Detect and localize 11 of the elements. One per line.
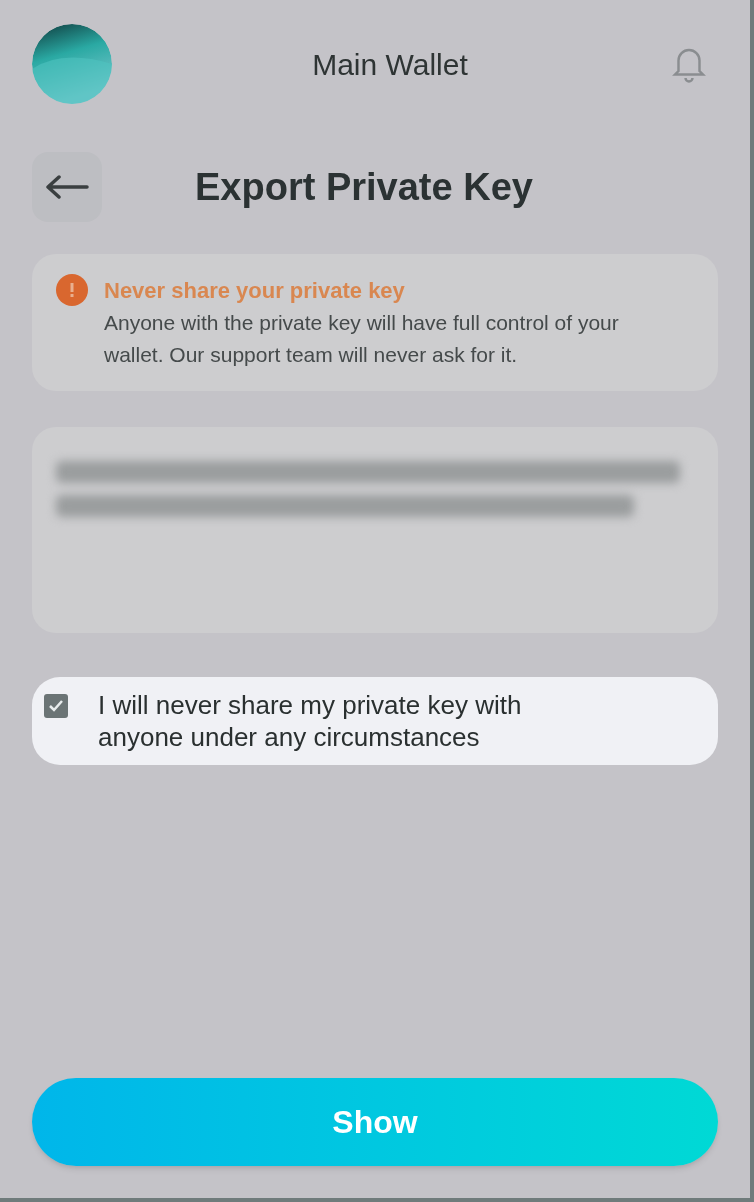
checkbox[interactable] (44, 694, 68, 718)
warning-title: Never share your private key (104, 277, 406, 305)
alert-icon (56, 274, 88, 306)
back-button[interactable] (32, 152, 102, 222)
wallet-title: Main Wallet (312, 46, 468, 83)
check-icon (48, 699, 64, 713)
back-arrow-icon (45, 175, 89, 199)
page-title: Export Private Key (195, 164, 533, 210)
warning-text: Anyone with the private key will have full control of your wallet. Our support team will never ask for it. (104, 310, 620, 368)
agreement-row[interactable]: I will never share my private key with anyone under any circumstances (32, 677, 718, 765)
agreement-label: I will never share my private key with anyone under any circumstances (98, 689, 523, 753)
